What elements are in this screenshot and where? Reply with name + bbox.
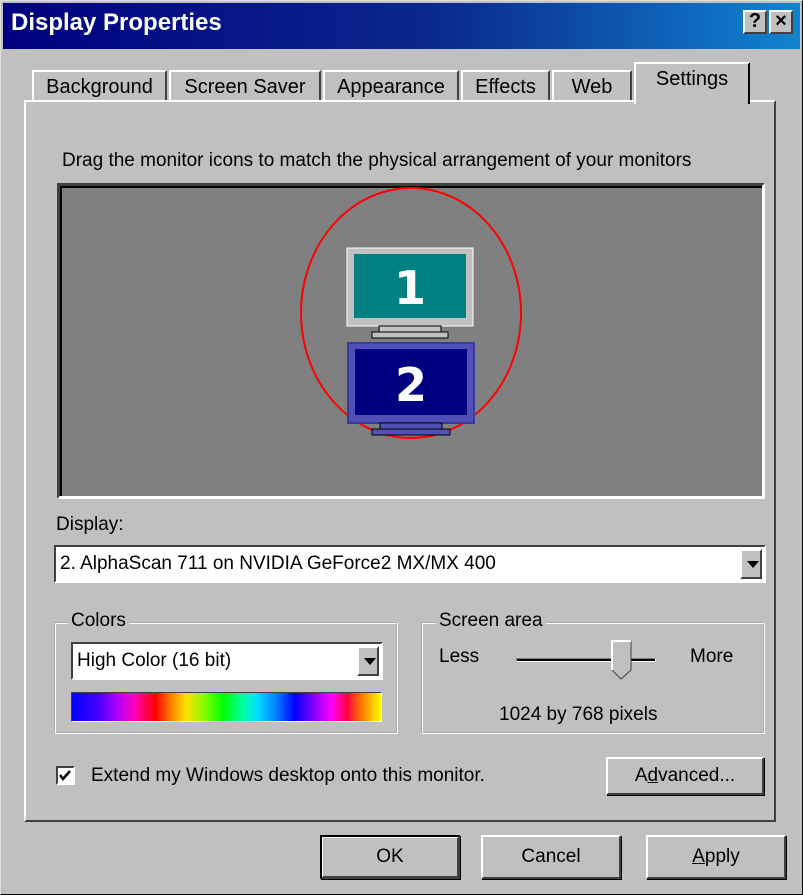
title-bar[interactable]: Display Properties ? × xyxy=(3,3,800,49)
tab-screen-saver[interactable]: Screen Saver xyxy=(169,70,321,102)
tab-background[interactable]: Background xyxy=(32,70,167,102)
window-title: Display Properties xyxy=(11,9,222,36)
svg-text:2: 2 xyxy=(395,358,427,412)
screen-area-slider[interactable] xyxy=(516,640,656,688)
slider-track xyxy=(516,658,656,662)
tab-effects[interactable]: Effects xyxy=(461,70,550,102)
monitor-1-icon: 1 xyxy=(346,247,474,339)
monitor-2-icon: 2 xyxy=(347,342,475,436)
close-button[interactable]: × xyxy=(769,10,793,34)
chevron-down-icon xyxy=(747,561,759,568)
screen-area-group-label: Screen area xyxy=(436,610,546,632)
chevron-down-icon xyxy=(364,658,376,665)
monitor-arrangement-area[interactable]: 1 2 xyxy=(57,183,765,499)
help-button[interactable]: ? xyxy=(743,10,767,34)
tab-web[interactable]: Web xyxy=(552,70,632,102)
slider-thumb[interactable] xyxy=(611,640,633,680)
less-label: Less xyxy=(439,646,480,667)
more-label: More xyxy=(690,646,734,667)
extend-desktop-checkbox[interactable] xyxy=(56,766,75,785)
svg-text:1: 1 xyxy=(394,261,426,315)
ok-button[interactable]: OK xyxy=(320,835,460,879)
instruction-text: Drag the monitor icons to match the phys… xyxy=(62,150,692,171)
monitor-icons: 1 2 xyxy=(300,187,522,439)
display-select-value: 2. AlphaScan 711 on NVIDIA GeForce2 MX/M… xyxy=(60,553,496,574)
display-label: Display: xyxy=(56,514,124,535)
display-select[interactable]: 2. AlphaScan 711 on NVIDIA GeForce2 MX/M… xyxy=(54,545,766,583)
tab-appearance[interactable]: Appearance xyxy=(323,70,459,102)
colors-select[interactable]: High Color (16 bit) xyxy=(71,642,383,680)
colors-dropdown-button[interactable] xyxy=(357,646,379,676)
resolution-text: 1024 by 768 pixels xyxy=(499,704,658,725)
colors-select-value: High Color (16 bit) xyxy=(77,650,232,671)
tab-settings[interactable]: Settings xyxy=(634,62,750,104)
color-palette-bar xyxy=(71,692,382,722)
checkmark-icon xyxy=(59,770,71,781)
display-dropdown-button[interactable] xyxy=(740,549,762,579)
cancel-button[interactable]: Cancel xyxy=(481,835,621,879)
extend-desktop-label[interactable]: Extend my Windows desktop onto this moni… xyxy=(91,765,485,787)
advanced-button[interactable]: Advanced... xyxy=(606,757,764,795)
colors-group-label: Colors xyxy=(68,610,129,632)
apply-button[interactable]: Apply xyxy=(646,835,786,879)
